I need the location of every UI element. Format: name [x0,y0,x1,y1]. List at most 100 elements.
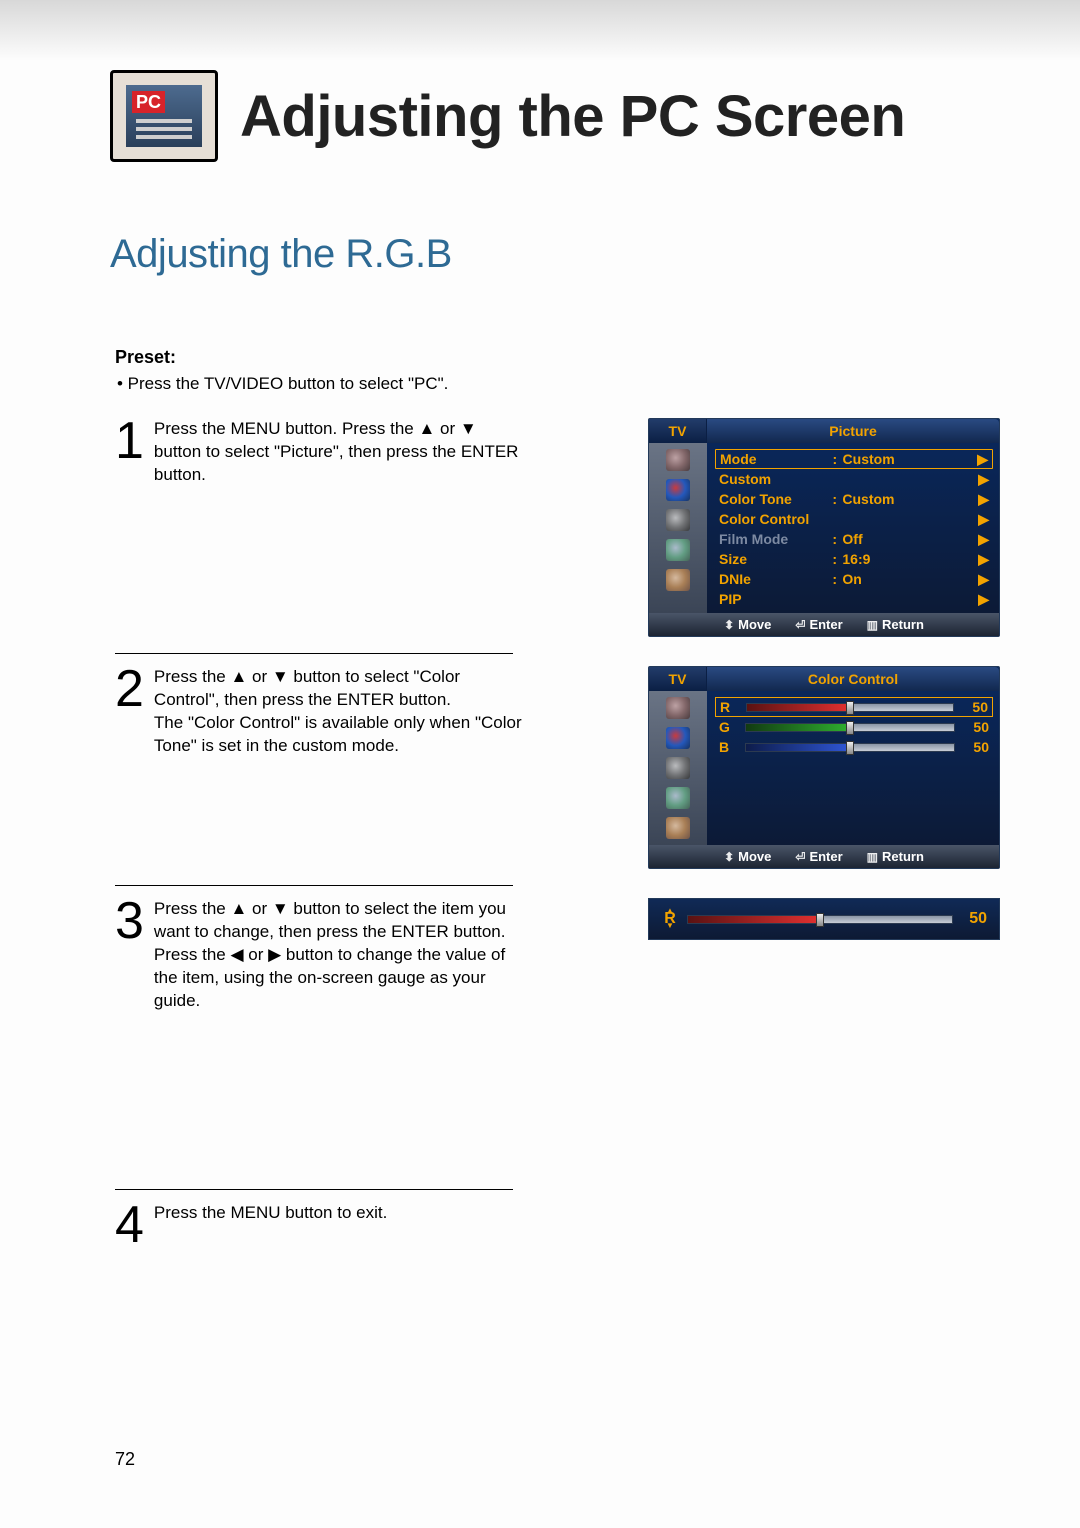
sidebar-icon [666,787,690,809]
step-divider [115,1189,513,1190]
osd-sidebar-icons [649,443,707,613]
colon: : [832,571,842,587]
footer-enter: Enter [809,849,842,864]
sidebar-icon [666,817,690,839]
menu-item[interactable]: Custom ▶ [719,469,989,489]
colon: : [832,531,842,547]
slider-thumb[interactable] [816,913,824,927]
osd-title: Picture [707,419,999,443]
step-1: 1 Press the MENU button. Press the ▲ or … [115,418,525,487]
menu-item-value: On [842,571,975,587]
osd-footer: ⬍Move ⏎Enter ▥Return [649,613,999,636]
preset-block: Preset: • Press the TV/VIDEO button to s… [115,347,1080,394]
step-number: 2 [115,666,144,713]
sidebar-icon [666,697,690,719]
menu-item-value: 16:9 [842,551,975,567]
slider-value: 50 [963,739,989,755]
sidebar-icon [666,757,690,779]
menu-item-label: Color Control [719,511,832,527]
menu-item[interactable]: DNIe:On▶ [719,569,989,589]
pc-icon-badge: PC [132,91,165,113]
osd-tv-label: TV [649,419,707,443]
menu-item[interactable]: PIP▶ [719,589,989,609]
footer-return: Return [882,617,924,632]
slider-value: 50 [962,699,988,715]
menu-item[interactable]: Color Control ▶ [719,509,989,529]
colon: : [832,491,842,507]
return-icon: ▥ [867,618,878,632]
move-icon: ⬍ [724,618,734,632]
step-text: Press the ▲ or ▼ button to select the it… [154,898,525,1013]
osd-tv-label: TV [649,667,707,691]
osd-footer: ⬍Move ⏎Enter ▥Return [649,845,999,868]
menu-item-label: Custom [719,471,832,487]
slider-thumb[interactable] [846,701,854,715]
menu-item-value: Custom [842,491,975,507]
menu-item-value: Off [842,531,975,547]
step-number: 4 [115,1202,144,1249]
page-number: 72 [115,1449,135,1470]
step-text: Press the ▲ or ▼ button to select "Color… [154,666,525,758]
slider-thumb[interactable] [846,741,854,755]
slider-letter: ▲ R ▼ [661,909,679,928]
menu-item[interactable]: Mode:Custom▶ [715,449,993,469]
section-title: Adjusting the R.G.B [110,232,1080,277]
step-divider [115,885,513,886]
osd-sidebar-icons [649,691,707,845]
chevron-right-icon: ▶ [975,471,989,488]
slider-thumb[interactable] [846,721,854,735]
menu-item-label: Mode [720,451,833,467]
chevron-right-icon: ▶ [975,491,989,508]
menu-item-label: Color Tone [719,491,832,507]
chevron-right-icon: ▶ [975,531,989,548]
step-divider [115,653,513,654]
chevron-right-icon: ▶ [975,511,989,528]
sidebar-icon [666,509,690,531]
osd-single-slider: ▲ R ▼ 50 [648,898,1000,940]
move-icon: ⬍ [724,850,734,864]
slider-value: 50 [961,910,987,928]
chevron-right-icon: ▶ [975,571,989,588]
page-header: PC Adjusting the PC Screen [0,70,1080,162]
osd-picture-menu: TV Picture Mode:Custom▶Custom▶Color Tone… [648,418,1000,637]
step-4: 4 Press the MENU button to exit. [115,1202,525,1249]
menu-item-label: Film Mode [719,531,832,547]
slider-letter: G [719,719,737,735]
step-text: Press the MENU button. Press the ▲ or ▼ … [154,418,525,487]
slider-track[interactable] [745,723,955,732]
slider-track[interactable] [745,743,955,752]
slider-letter: B [719,739,737,755]
slider-track[interactable] [687,915,953,924]
slider-letter: R [720,699,738,715]
colon: : [833,451,843,467]
step-number: 3 [115,898,144,945]
slider-value: 50 [963,719,989,735]
slider-row[interactable]: B 50 [719,737,989,757]
chevron-right-icon: ▶ [974,451,988,468]
chevron-right-icon: ▶ [975,551,989,568]
menu-item[interactable]: Film Mode:Off▶ [719,529,989,549]
step-3: 3 Press the ▲ or ▼ button to select the … [115,898,525,1013]
menu-item[interactable]: Color Tone:Custom▶ [719,489,989,509]
menu-item-value: Custom [843,451,974,467]
slider-row[interactable]: G 50 [719,717,989,737]
enter-icon: ⏎ [795,618,805,632]
menu-item[interactable]: Size:16:9▶ [719,549,989,569]
enter-icon: ⏎ [795,850,805,864]
sidebar-icon [666,479,690,501]
footer-enter: Enter [809,617,842,632]
slider-track[interactable] [746,703,954,712]
chevron-right-icon: ▶ [975,591,989,608]
sidebar-icon [666,539,690,561]
step-number: 1 [115,418,144,465]
osd-title: Color Control [707,667,999,691]
manual-page: PC Adjusting the PC Screen Adjusting the… [0,0,1080,1528]
return-icon: ▥ [867,850,878,864]
sidebar-icon [666,727,690,749]
preset-text: • Press the TV/VIDEO button to select "P… [117,374,1080,394]
page-title: Adjusting the PC Screen [240,83,905,150]
sidebar-icon [666,449,690,471]
colon: : [832,551,842,567]
slider-row[interactable]: R 50 [715,697,993,717]
menu-item-label: DNIe [719,571,832,587]
